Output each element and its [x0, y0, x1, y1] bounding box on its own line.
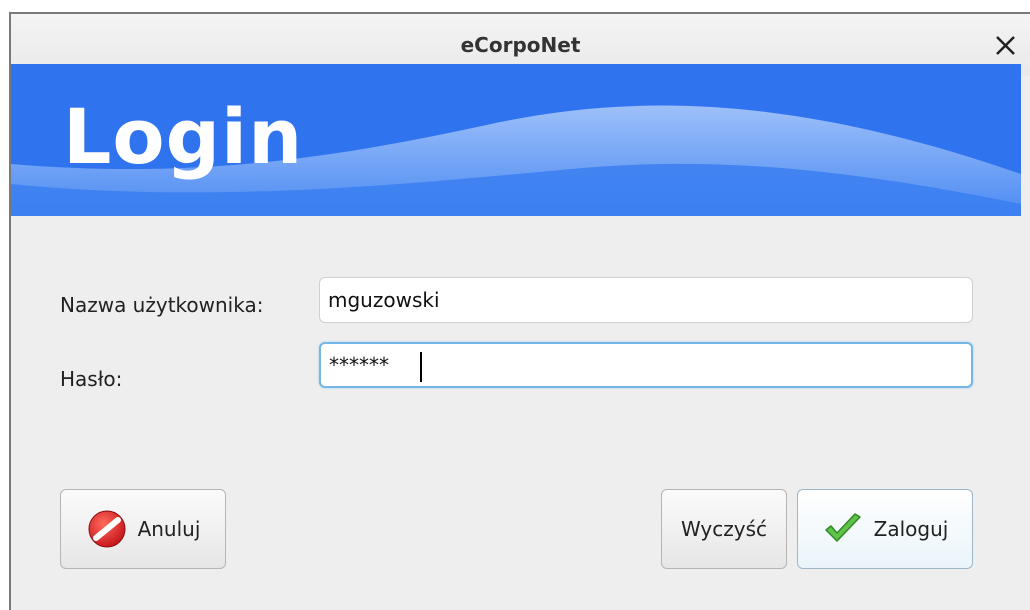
text-caret: [420, 352, 422, 382]
password-field[interactable]: [319, 342, 973, 388]
login-button[interactable]: Zaloguj: [797, 489, 973, 569]
cancel-label: Anuluj: [137, 517, 201, 541]
cancel-button[interactable]: Anuluj: [60, 489, 226, 569]
banner-title: Login: [63, 92, 304, 181]
login-label: Zaloguj: [873, 517, 949, 541]
username-field[interactable]: [319, 277, 973, 323]
close-icon: [996, 36, 1015, 55]
checkmark-icon: [822, 508, 864, 550]
password-label: Hasło:: [60, 367, 123, 391]
username-label: Nazwa użytkownika:: [60, 293, 264, 317]
cancel-icon: [86, 508, 128, 550]
close-button[interactable]: [988, 28, 1022, 62]
clear-label: Wyczyść: [680, 517, 767, 541]
login-banner: Login: [11, 64, 1021, 216]
clear-button[interactable]: Wyczyść: [661, 489, 787, 569]
